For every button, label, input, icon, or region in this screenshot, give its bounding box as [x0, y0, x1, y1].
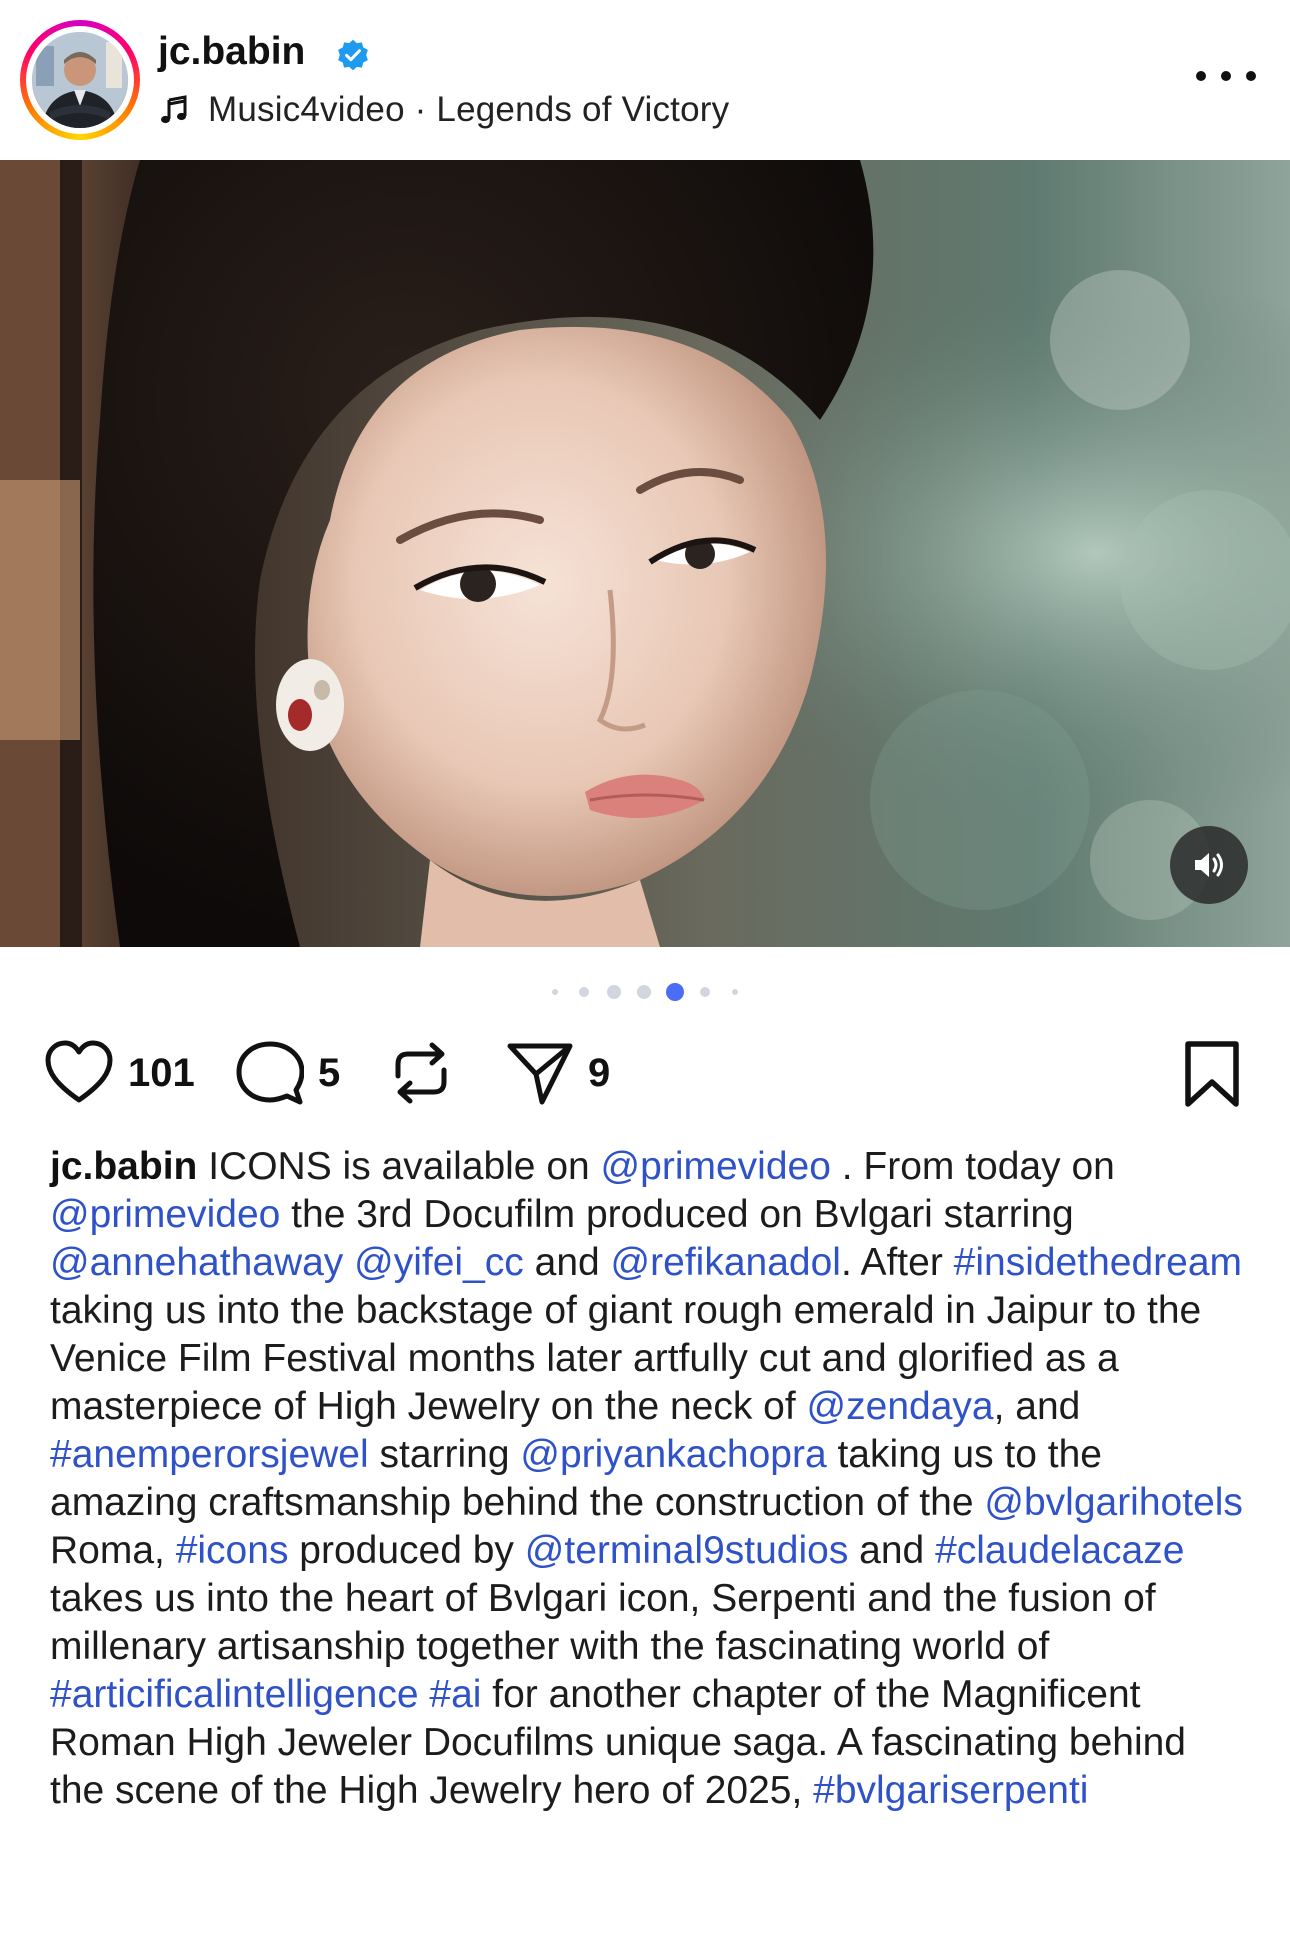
caption-text: produced by	[288, 1529, 525, 1572]
caption-text: , and	[993, 1385, 1081, 1428]
more-dot	[1221, 71, 1231, 81]
speaker-volume-icon	[1195, 853, 1223, 877]
mention-link[interactable]: @priyankachopra	[520, 1433, 826, 1476]
post-media[interactable]	[0, 160, 1290, 947]
share-count: 9	[588, 1050, 611, 1095]
hashtag-link[interactable]: #ai	[429, 1673, 481, 1716]
audio-title: Music4video · Legends of Victory	[208, 90, 730, 129]
caption-username[interactable]: jc.babin	[50, 1145, 197, 1188]
carousel-indicator	[0, 982, 1290, 1002]
send-icon	[507, 1043, 573, 1105]
send-button[interactable]: 9	[506, 1040, 610, 1106]
mention-link[interactable]: @yifei_cc	[354, 1241, 524, 1284]
caption-text: Roma,	[50, 1529, 176, 1572]
repost-button[interactable]	[390, 1040, 452, 1106]
avatar[interactable]	[32, 32, 128, 128]
caption-text: and	[848, 1529, 936, 1572]
caption-text: . From today on	[830, 1145, 1115, 1188]
carousel-dot	[637, 985, 651, 999]
comment-count: 5	[318, 1050, 341, 1095]
carousel-dot	[607, 985, 621, 999]
caption-text: the 3rd Docufilm produced on Bvlgari sta…	[280, 1193, 1074, 1236]
mention-link[interactable]: @primevideo	[601, 1145, 831, 1188]
audio-row[interactable]: Music4video · Legends of Victory	[158, 88, 729, 132]
verified-badge-icon	[338, 39, 368, 71]
heart-icon	[45, 1040, 113, 1103]
mention-link[interactable]: @zendaya	[807, 1385, 994, 1428]
more-dot	[1196, 71, 1206, 81]
caption-text: ICONS is available on	[197, 1145, 601, 1188]
hashtag-link[interactable]: #icons	[176, 1529, 289, 1572]
post-header: jc.babin Music4video · Legends of Victor…	[0, 0, 1290, 160]
caption-text	[343, 1241, 354, 1284]
hashtag-link[interactable]: #articificalintelligence	[50, 1673, 419, 1716]
hashtag-link[interactable]: #claudelacaze	[935, 1529, 1184, 1572]
carousel-dot-active	[666, 983, 684, 1001]
mention-link[interactable]: @refikanadol	[611, 1241, 841, 1284]
comment-button[interactable]: 5	[236, 1040, 340, 1106]
like-button[interactable]: 101	[44, 1040, 195, 1106]
caption-text: . After	[840, 1241, 954, 1284]
mention-link[interactable]: @annehathaway	[50, 1241, 343, 1284]
hashtag-link[interactable]: #anemperorsjewel	[50, 1433, 369, 1476]
hashtag-link[interactable]: #insidethedream	[954, 1241, 1242, 1284]
mute-toggle-button[interactable]	[1170, 826, 1248, 904]
media-image	[0, 160, 1290, 947]
more-dot	[1246, 71, 1256, 81]
like-count: 101	[128, 1050, 195, 1095]
carousel-dot	[700, 987, 710, 997]
mention-link[interactable]: @primevideo	[50, 1193, 280, 1236]
comment-icon	[236, 1041, 304, 1105]
carousel-dot	[579, 987, 589, 997]
story-ring[interactable]	[20, 20, 140, 140]
caption-text: and	[523, 1241, 611, 1284]
post-caption: jc.babin ICONS is available on @primevid…	[50, 1143, 1250, 1815]
mention-link[interactable]: @terminal9studios	[525, 1529, 849, 1572]
caption-text	[419, 1673, 430, 1716]
carousel-dot	[732, 989, 738, 995]
carousel-dot	[552, 989, 558, 995]
username[interactable]: jc.babin	[158, 30, 305, 74]
mention-link[interactable]: @bvlgarihotels	[984, 1481, 1243, 1524]
more-options-button[interactable]	[1196, 56, 1256, 96]
caption-text: takes us into the heart of Bvlgari icon,…	[50, 1577, 1156, 1668]
caption-text: starring	[368, 1433, 521, 1476]
hashtag-link[interactable]: #bvlgariserpenti	[813, 1769, 1088, 1812]
bookmark-icon[interactable]	[1182, 1040, 1242, 1108]
music-note-icon	[161, 95, 187, 124]
repost-icon	[395, 1042, 447, 1104]
